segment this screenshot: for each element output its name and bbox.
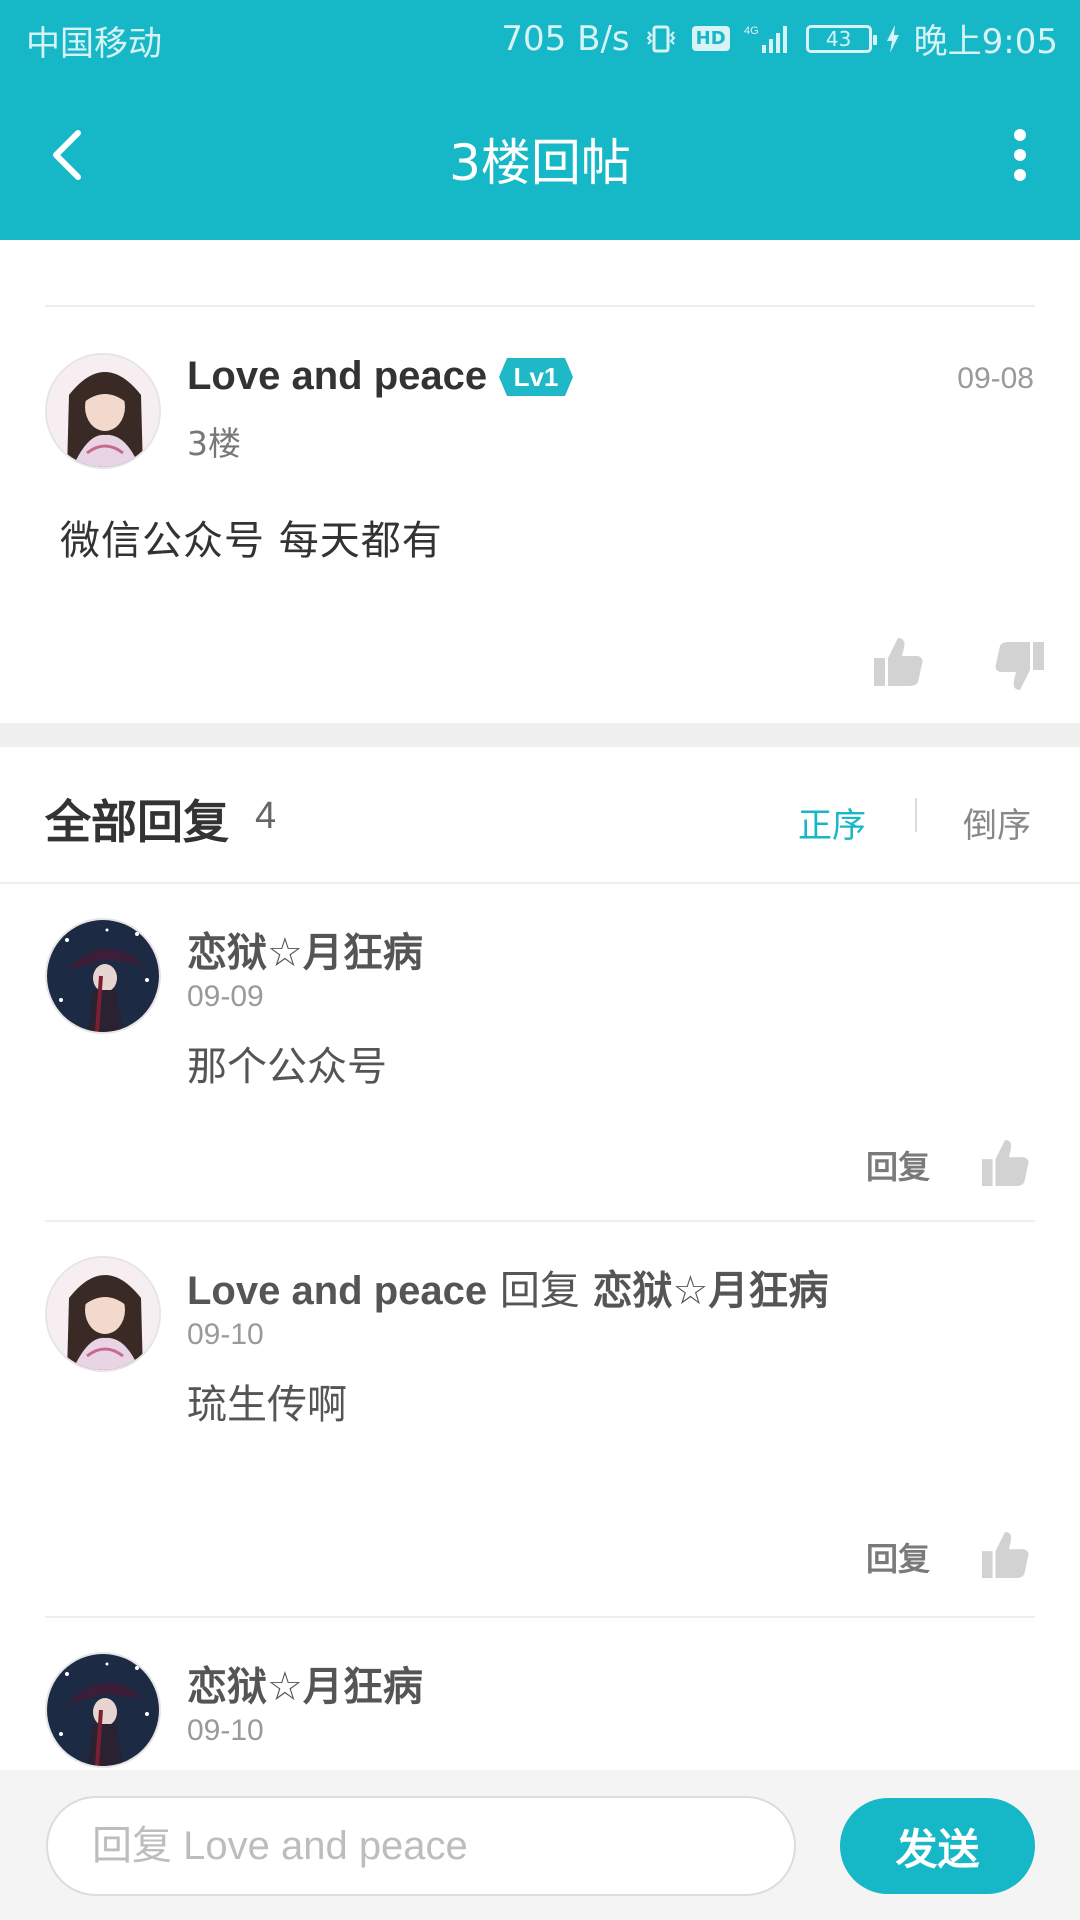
reply-to-word: 回复 bbox=[499, 1268, 580, 1314]
level-badge: Lv1 bbox=[497, 356, 575, 398]
post-author-avatar[interactable] bbox=[45, 353, 161, 469]
status-bar: 中国移动 705 B/s HD 4G 43 晚上9:05 bbox=[0, 0, 1080, 75]
post-content: 微信公众号 每天都有 bbox=[60, 518, 443, 564]
replies-count: 4 bbox=[255, 795, 277, 837]
reply-item: Love and peace 回复 恋狱☆月狂病 09-10 琉生传啊 回复 bbox=[0, 1222, 1080, 1618]
charging-icon bbox=[886, 24, 900, 53]
reply-author-name[interactable]: 恋狱☆月狂病 bbox=[187, 1664, 423, 1710]
post-date: 09-08 bbox=[957, 362, 1034, 395]
reply-item: 恋狱☆月狂病 09-09 那个公众号 回复 bbox=[0, 884, 1080, 1222]
thumbs-up-icon[interactable] bbox=[982, 1138, 1030, 1188]
thumbs-down-icon[interactable] bbox=[994, 640, 1044, 692]
reply-header: 恋狱☆月狂病 bbox=[187, 1654, 423, 1712]
reply-author-name[interactable]: Love and peace bbox=[187, 1269, 487, 1313]
more-options-icon[interactable] bbox=[1000, 125, 1040, 185]
svg-text:4G: 4G bbox=[744, 25, 759, 37]
section-separator bbox=[0, 723, 1080, 747]
reply-content: 琉生传啊 bbox=[187, 1382, 347, 1428]
battery-icon: 43 bbox=[805, 24, 877, 53]
app-header: 3楼回帖 bbox=[0, 75, 1080, 240]
send-button[interactable]: 发送 bbox=[840, 1798, 1035, 1894]
status-bar-right: 705 B/s HD 4G 43 晚上9:05 bbox=[501, 14, 1058, 63]
reply-input-bar: 发送 bbox=[0, 1770, 1080, 1920]
sort-ascending-tab[interactable]: 正序 bbox=[798, 798, 866, 847]
vibrate-icon bbox=[644, 24, 678, 54]
reply-item: 恋狱☆月狂病 09-10 bbox=[0, 1618, 1080, 1770]
post-floor: 3楼 bbox=[187, 424, 241, 463]
carrier-name: 中国移动 bbox=[26, 24, 162, 64]
thumbs-up-icon[interactable] bbox=[982, 1530, 1030, 1580]
level-text: Lv1 bbox=[513, 362, 559, 392]
reply-author-avatar[interactable] bbox=[45, 1256, 161, 1372]
sort-separator bbox=[915, 798, 917, 832]
divider bbox=[45, 305, 1035, 307]
reply-input[interactable] bbox=[46, 1796, 796, 1896]
reply-date: 09-09 bbox=[187, 980, 264, 1013]
thumbs-up-icon[interactable] bbox=[874, 636, 924, 688]
all-replies-title: 全部回复 bbox=[45, 795, 229, 849]
sort-descending-tab[interactable]: 倒序 bbox=[963, 798, 1031, 847]
reply-date: 09-10 bbox=[187, 1318, 264, 1351]
reply-target-name[interactable]: 恋狱☆月狂病 bbox=[593, 1268, 829, 1314]
signal-icon: 4G bbox=[744, 23, 792, 55]
page-title: 3楼回帖 bbox=[449, 134, 631, 192]
reply-author-avatar[interactable] bbox=[45, 1652, 161, 1768]
hd-icon: HD bbox=[691, 26, 730, 51]
post-author-name[interactable]: Love and peace bbox=[187, 354, 487, 399]
reply-button[interactable]: 回复 bbox=[866, 1534, 930, 1580]
reply-header: 恋狱☆月狂病 bbox=[187, 920, 423, 978]
battery-level: 43 bbox=[825, 26, 852, 51]
network-speed: 705 B/s bbox=[501, 18, 630, 59]
reply-author-name[interactable]: 恋狱☆月狂病 bbox=[187, 930, 423, 976]
app-root: 中国移动 705 B/s HD 4G 43 晚上9:05 3楼回帖 Love a… bbox=[0, 0, 1080, 1920]
reply-author-avatar[interactable] bbox=[45, 918, 161, 1034]
clock: 晚上9:05 bbox=[913, 22, 1058, 62]
reply-header: Love and peace 回复 恋狱☆月狂病 bbox=[187, 1258, 828, 1316]
reply-button[interactable]: 回复 bbox=[866, 1142, 930, 1188]
reply-content: 那个公众号 bbox=[187, 1044, 387, 1090]
reply-date: 09-10 bbox=[187, 1714, 264, 1747]
